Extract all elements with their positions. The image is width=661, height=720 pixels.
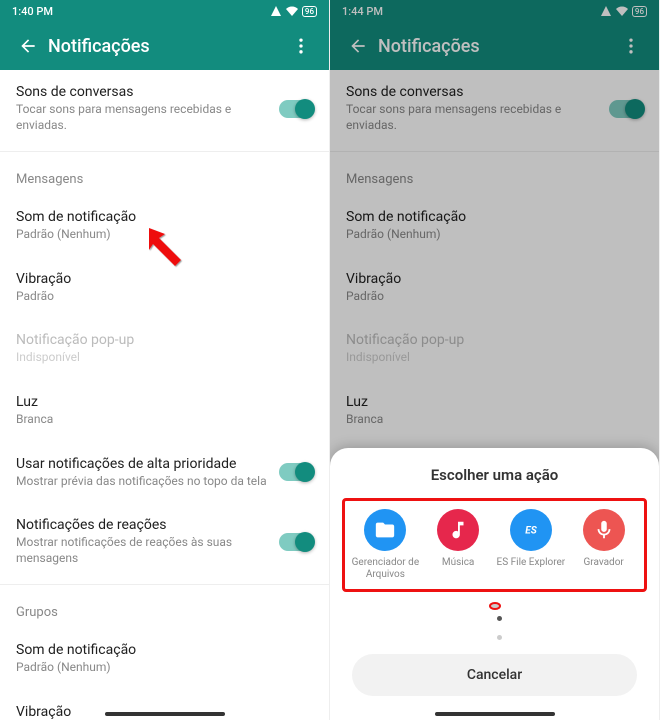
sheet-title: Escolher uma ação — [342, 466, 647, 484]
app-bar: Notificações — [330, 22, 659, 70]
setting-subtitle: Indisponível — [16, 350, 313, 366]
divider — [0, 584, 329, 585]
page-title: Notificações — [378, 36, 611, 57]
setting-subtitle: Tocar sons para mensagens recebidas e en… — [16, 102, 279, 133]
divider — [330, 151, 659, 152]
setting-title: Som de notificação — [346, 209, 643, 225]
battery-icon: 96 — [302, 6, 317, 17]
popup-setting-disabled: Notificação pop-up Indisponível — [330, 318, 659, 380]
setting-subtitle: Branca — [346, 412, 643, 428]
microphone-icon — [583, 509, 625, 551]
setting-title: Sons de conversas — [346, 84, 609, 100]
phone-screenshot-left: 1:40 PM 96 Notificações Sons de conversa… — [0, 0, 330, 720]
setting-subtitle: Indisponível — [346, 350, 643, 366]
back-button[interactable] — [338, 36, 378, 56]
setting-title: Notificação pop-up — [346, 332, 643, 348]
setting-title: Sons de conversas — [16, 84, 279, 100]
setting-subtitle: Padrão (Nenhum) — [16, 660, 313, 676]
app-option-file-manager[interactable]: Gerenciador de Arquivos — [349, 509, 422, 581]
notification-sound-setting: Som de notificação Padrão (Nenhum) — [330, 195, 659, 257]
setting-title: Luz — [16, 394, 313, 410]
folder-icon — [364, 509, 406, 551]
overflow-menu[interactable] — [611, 36, 651, 56]
nav-bar-handle[interactable] — [435, 712, 555, 716]
page-title: Notificações — [48, 36, 281, 57]
setting-title: Notificações de reações — [16, 517, 279, 533]
page-indicator — [342, 602, 647, 644]
toggle-switch — [609, 100, 643, 118]
setting-title: Som de notificação — [16, 642, 313, 658]
app-option-recorder[interactable]: Gravador — [567, 509, 640, 581]
divider — [0, 151, 329, 152]
nav-bar-handle[interactable] — [105, 712, 225, 716]
section-header-groups: Grupos — [0, 589, 329, 628]
app-options-row: Gerenciador de Arquivos Música ES ES Fil… — [342, 498, 647, 592]
light-setting[interactable]: Luz Branca — [0, 380, 329, 442]
setting-title: Luz — [346, 394, 643, 410]
back-button[interactable] — [8, 36, 48, 56]
phone-screenshot-right: 1:44 PM 96 Notificações Sons de conversa… — [330, 0, 660, 720]
section-header-messages: Mensagens — [330, 156, 659, 195]
setting-subtitle: Padrão (Nenhum) — [16, 227, 313, 243]
status-time: 1:44 PM — [342, 5, 383, 18]
app-label: Gerenciador de Arquivos — [349, 557, 422, 581]
setting-subtitle: Mostrar notificações de reações às suas … — [16, 535, 279, 566]
vibration-setting[interactable]: Vibração Padrão — [0, 257, 329, 319]
app-bar: Notificações — [0, 22, 329, 70]
setting-subtitle: Branca — [16, 412, 313, 428]
app-label: Gravador — [567, 557, 640, 569]
setting-subtitle: Padrão — [346, 289, 643, 305]
priority-setting[interactable]: Usar notificações de alta prioridade Mos… — [0, 442, 329, 504]
status-bar: 1:40 PM 96 — [0, 0, 329, 22]
setting-title: Vibração — [16, 271, 313, 287]
setting-title: Usar notificações de alta prioridade — [16, 456, 279, 472]
setting-subtitle: Padrão — [16, 289, 313, 305]
toggle-switch[interactable] — [279, 463, 313, 481]
conversation-sounds-setting[interactable]: Sons de conversas Tocar sons para mensag… — [0, 70, 329, 147]
music-note-icon — [437, 509, 479, 551]
vibration-setting: Vibração Padrão — [330, 257, 659, 319]
setting-title: Vibração — [346, 271, 643, 287]
svg-text:ES: ES — [525, 526, 537, 537]
group-sound-setting[interactable]: Som de notificação Padrão (Nenhum) — [0, 628, 329, 690]
setting-title: Notificação pop-up — [16, 332, 313, 348]
overflow-menu[interactable] — [281, 36, 321, 56]
cancel-button[interactable]: Cancelar — [352, 654, 637, 696]
popup-setting-disabled: Notificação pop-up Indisponível — [0, 318, 329, 380]
setting-title: Som de notificação — [16, 209, 313, 225]
setting-subtitle: Mostrar prévia das notificações no topo … — [16, 474, 279, 490]
toggle-switch[interactable] — [279, 100, 313, 118]
settings-content: Sons de conversas Tocar sons para mensag… — [0, 70, 329, 720]
notification-sound-setting[interactable]: Som de notificação Padrão (Nenhum) — [0, 195, 329, 257]
setting-subtitle: Tocar sons para mensagens recebidas e en… — [346, 102, 609, 133]
setting-subtitle: Padrão (Nenhum) — [346, 227, 643, 243]
status-bar: 1:44 PM 96 — [330, 0, 659, 22]
conversation-sounds-setting: Sons de conversas Tocar sons para mensag… — [330, 70, 659, 147]
status-time: 1:40 PM — [12, 5, 53, 18]
section-header-messages: Mensagens — [0, 156, 329, 195]
app-option-es-explorer[interactable]: ES ES File Explorer — [495, 509, 568, 581]
action-chooser-sheet: Escolher uma ação Gerenciador de Arquivo… — [330, 448, 659, 720]
status-icons: 96 — [270, 5, 317, 17]
app-label: Música — [422, 557, 495, 569]
app-option-music[interactable]: Música — [422, 509, 495, 581]
reactions-setting[interactable]: Notificações de reações Mostrar notifica… — [0, 503, 329, 580]
battery-icon: 96 — [632, 6, 647, 17]
app-label: ES File Explorer — [495, 557, 568, 569]
toggle-switch[interactable] — [279, 533, 313, 551]
es-explorer-icon: ES — [510, 509, 552, 551]
light-setting: Luz Branca — [330, 380, 659, 442]
status-icons: 96 — [600, 5, 647, 17]
